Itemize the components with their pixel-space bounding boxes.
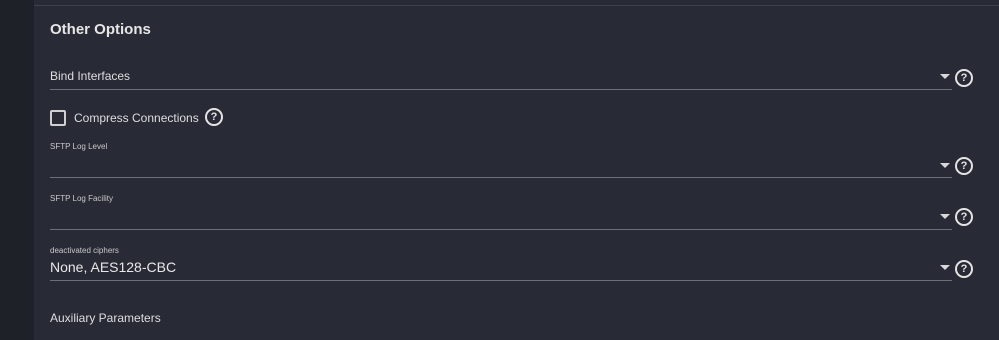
chevron-down-icon[interactable] bbox=[940, 214, 950, 219]
sftp-log-level-underline bbox=[50, 177, 952, 178]
other-options-panel: Other Options Bind Interfaces ? Compress… bbox=[34, 0, 999, 340]
bind-interfaces-select[interactable]: Bind Interfaces bbox=[50, 60, 952, 90]
sftp-log-facility-underline bbox=[50, 229, 952, 230]
chevron-down-icon[interactable] bbox=[940, 163, 950, 168]
help-icon[interactable]: ? bbox=[205, 108, 223, 126]
bind-interfaces-label: Bind Interfaces bbox=[50, 69, 131, 83]
help-icon[interactable]: ? bbox=[955, 69, 973, 87]
left-gutter bbox=[0, 0, 34, 340]
compress-connections-checkbox[interactable] bbox=[50, 110, 66, 126]
compress-connections-label: Compress Connections bbox=[74, 111, 199, 125]
help-icon[interactable]: ? bbox=[955, 208, 973, 226]
chevron-down-icon[interactable] bbox=[940, 74, 950, 79]
chevron-down-icon[interactable] bbox=[940, 265, 950, 270]
auxiliary-parameters-title: Auxiliary Parameters bbox=[50, 311, 161, 325]
help-icon[interactable]: ? bbox=[955, 260, 973, 278]
bind-interfaces-underline bbox=[50, 89, 952, 90]
section-title: Other Options bbox=[50, 21, 151, 38]
deactivated-ciphers-value: None, AES128-CBC bbox=[50, 259, 177, 275]
deactivated-ciphers-label: deactivated ciphers bbox=[50, 246, 119, 255]
deactivated-ciphers-underline bbox=[50, 280, 952, 281]
top-divider bbox=[34, 5, 999, 6]
deactivated-ciphers-select[interactable]: deactivated ciphers None, AES128-CBC bbox=[50, 244, 952, 282]
sftp-log-facility-select[interactable]: SFTP Log Facility bbox=[50, 192, 952, 230]
sftp-log-level-label: SFTP Log Level bbox=[50, 142, 108, 151]
sftp-log-level-select[interactable]: SFTP Log Level bbox=[50, 140, 952, 178]
help-icon[interactable]: ? bbox=[955, 157, 973, 175]
sftp-log-facility-label: SFTP Log Facility bbox=[50, 194, 113, 203]
